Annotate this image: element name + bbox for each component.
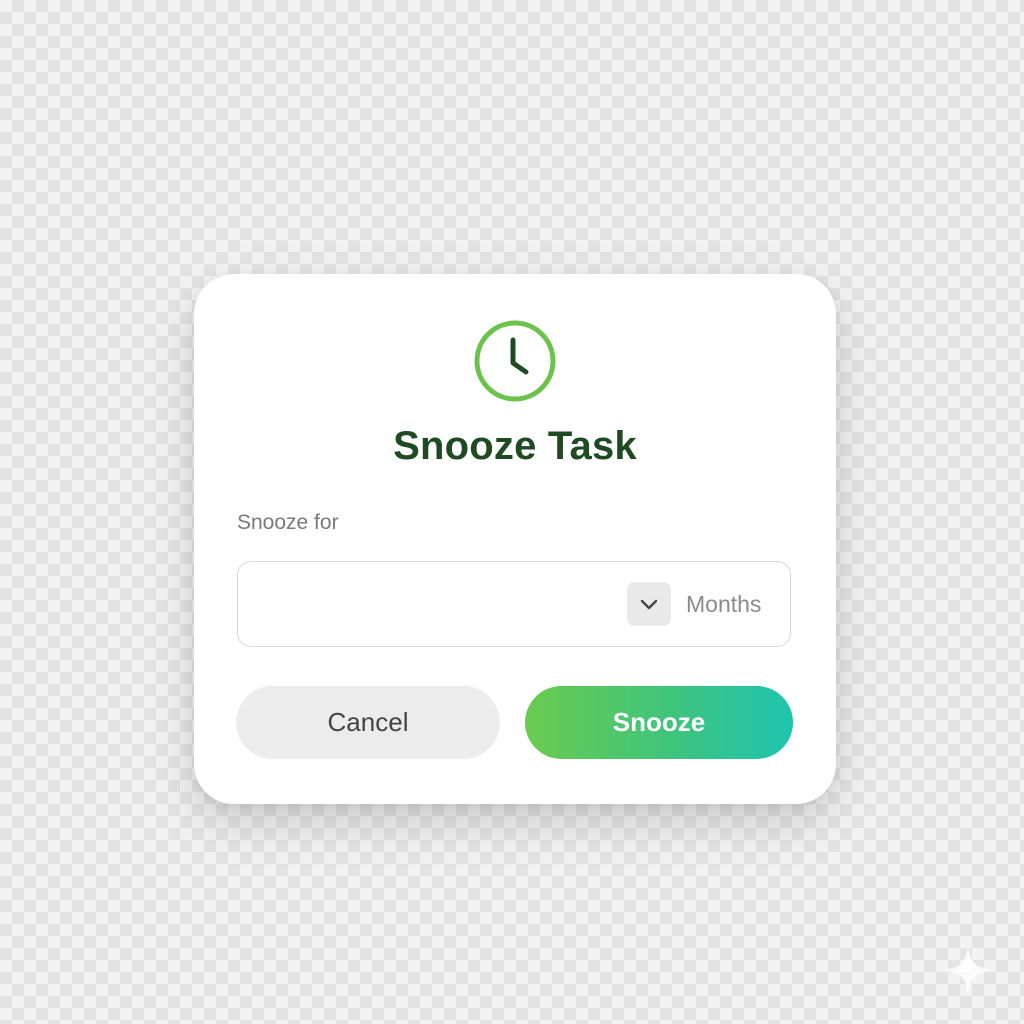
chevron-down-icon xyxy=(640,599,658,610)
dropdown-toggle-button[interactable] xyxy=(627,582,671,626)
snooze-for-label: Snooze for xyxy=(237,511,339,534)
dialog-title: Snooze Task xyxy=(393,424,637,468)
snooze-button[interactable]: Snooze xyxy=(525,686,793,759)
snooze-duration-select[interactable]: Months xyxy=(237,561,791,647)
unit-label: Months xyxy=(686,591,762,617)
clock-icon xyxy=(472,318,558,404)
snooze-dialog: Snooze Task Snooze for Months Cancel Sno… xyxy=(194,274,836,804)
cancel-button[interactable]: Cancel xyxy=(236,686,500,759)
sparkle-icon xyxy=(942,944,994,996)
